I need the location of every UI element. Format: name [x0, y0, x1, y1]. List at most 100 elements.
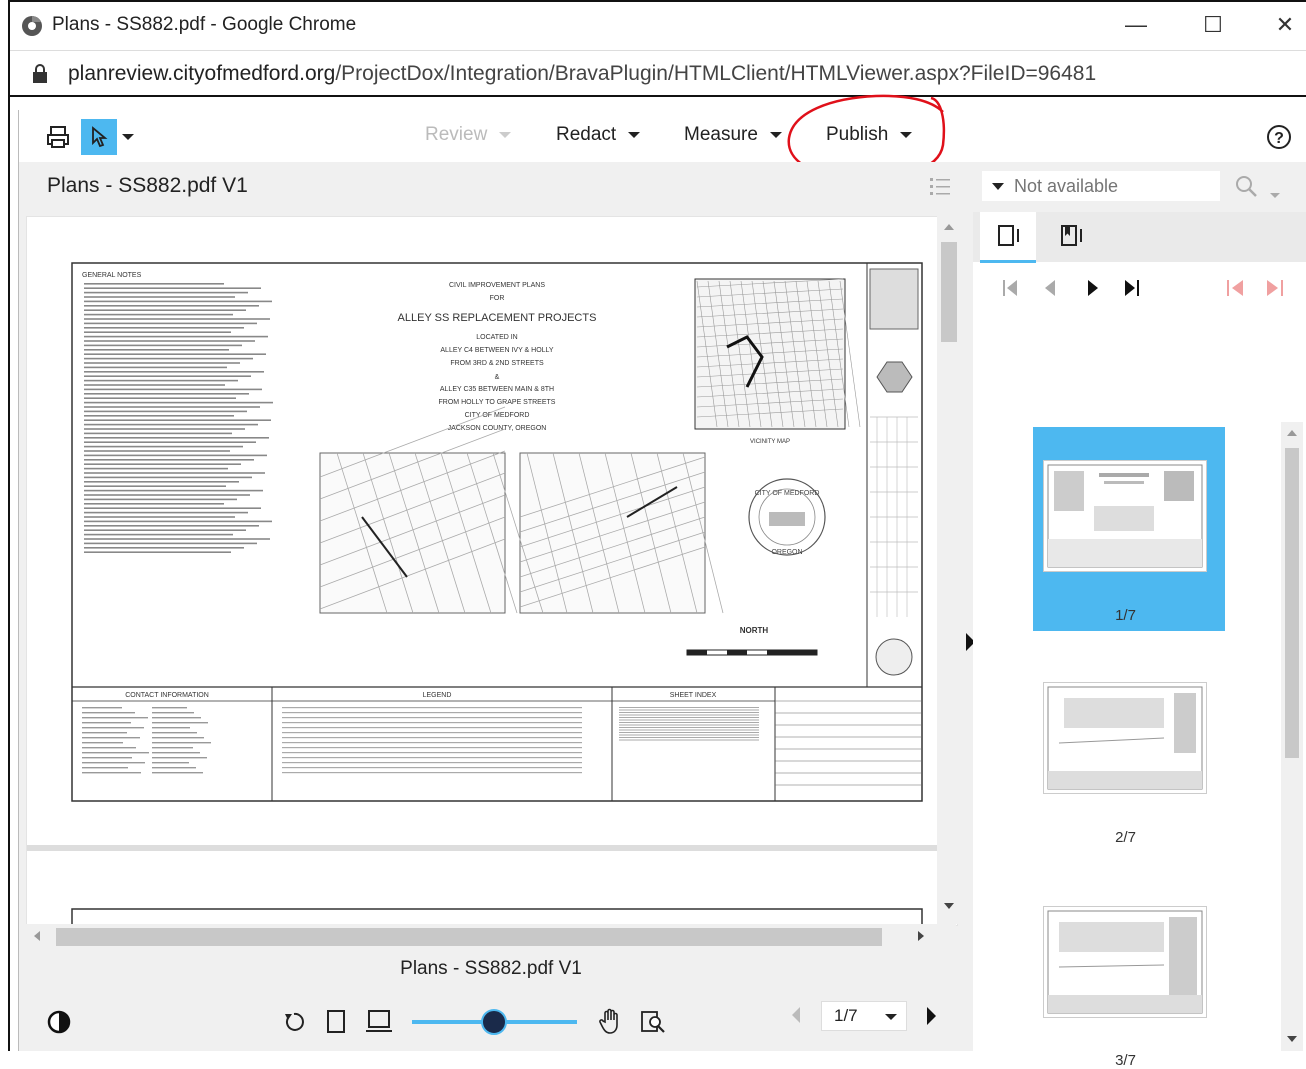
- measure-menu[interactable]: Measure: [684, 124, 782, 146]
- vicinity-label: VICINITY MAP: [750, 439, 790, 445]
- window-title: Plans - SS882.pdf - Google Chrome: [52, 14, 357, 35]
- title-block-line: ALLEY SS REPLACEMENT PROJECTS: [398, 312, 597, 324]
- seal-top-text: CITY OF MEDFORD: [755, 490, 820, 497]
- address-bar[interactable]: planreview.cityofmedford.org/ProjectDox/…: [10, 51, 1306, 97]
- scroll-right-arrow[interactable]: [918, 931, 924, 941]
- scroll-left-arrow[interactable]: [34, 931, 40, 941]
- single-page-icon: [998, 225, 1019, 246]
- document-viewer[interactable]: GENERAL NOTES CIVIL IMPROVEMENT PLANS FOR…: [26, 216, 958, 930]
- document-title: Plans - SS882.pdf V1: [47, 174, 248, 197]
- thumb-scroll-up[interactable]: [1287, 430, 1297, 436]
- review-menu: Review: [425, 124, 512, 146]
- tab-bookmarks[interactable]: [1043, 212, 1099, 260]
- title-block-line: FOR: [490, 295, 505, 302]
- zoom-slider-handle[interactable]: [481, 1009, 507, 1035]
- prev-page-button[interactable]: [792, 1007, 800, 1023]
- contact-heading: CONTACT INFORMATION: [125, 692, 209, 699]
- search-box: [982, 171, 1220, 201]
- minimize-button[interactable]: —: [1113, 8, 1159, 42]
- vertical-scrollbar[interactable]: [937, 216, 963, 924]
- zoom-region-icon[interactable]: [640, 1009, 666, 1035]
- svg-text:?: ?: [1274, 130, 1284, 147]
- tab-thumbnails[interactable]: [980, 212, 1036, 263]
- legend-heading: LEGEND: [423, 692, 452, 699]
- scroll-up-arrow[interactable]: [944, 224, 954, 230]
- next-page-icon[interactable]: [1086, 277, 1100, 299]
- scroll-down-arrow[interactable]: [944, 903, 954, 909]
- title-block-line: LOCATED IN: [476, 334, 518, 341]
- lock-icon: [33, 64, 47, 83]
- page-select[interactable]: 1/7: [821, 1001, 907, 1031]
- page-select-value: 1/7: [834, 1006, 858, 1025]
- thumbnail-2-label: 2/7: [1115, 829, 1136, 846]
- title-block-line: ALLEY C35 BETWEEN MAIN & 8TH: [440, 386, 554, 393]
- measure-label: Measure: [684, 124, 758, 145]
- thumbnail-2[interactable]: [1043, 682, 1207, 794]
- title-block-line: FROM HOLLY TO GRAPE STREETS: [439, 399, 556, 406]
- thumbnail-3[interactable]: [1043, 906, 1207, 1018]
- chevron-down-icon: [885, 1014, 897, 1020]
- thumbnail-scrollbar[interactable]: [1281, 422, 1303, 1051]
- notes-heading: GENERAL NOTES: [82, 272, 142, 279]
- select-arrow-icon: [92, 126, 108, 148]
- select-tool-dropdown[interactable]: [122, 134, 134, 140]
- title-block-line: CITY OF MEDFORD: [465, 412, 530, 419]
- title-block-line: &: [495, 374, 500, 381]
- thumbnail-3-label: 3/7: [1115, 1052, 1136, 1069]
- help-icon[interactable]: ?: [1266, 124, 1292, 150]
- bottom-bar: Plans - SS882.pdf V1 1/7: [26, 948, 956, 1051]
- thumb-scroll-thumb[interactable]: [1285, 448, 1299, 758]
- close-button[interactable]: ✕: [1262, 8, 1306, 42]
- first-page-icon[interactable]: [1001, 277, 1019, 299]
- chrome-icon: [22, 16, 42, 36]
- last-annotation-icon[interactable]: [1265, 277, 1285, 299]
- fit-page-icon[interactable]: [325, 1009, 347, 1035]
- rotate-icon[interactable]: [282, 1010, 306, 1034]
- footer-document-title: Plans - SS882.pdf V1: [400, 958, 582, 979]
- url-host: planreview.cityofmedford.org: [68, 62, 336, 85]
- title-block-line: JACKSON COUNTY, OREGON: [448, 425, 547, 432]
- thumbnail-panel: 1/7 2/7 3/7: [973, 212, 1306, 1069]
- alley-map-1: [319, 452, 506, 614]
- redact-menu[interactable]: Redact: [556, 124, 641, 146]
- bookmark-page-icon: [1061, 225, 1082, 246]
- horizontal-scroll-thumb[interactable]: [56, 928, 882, 946]
- title-bar: Plans - SS882.pdf - Google Chrome — ☐ ✕: [10, 2, 1306, 51]
- page-2: [27, 857, 937, 930]
- brava-viewer: Review Redact Measure Publish ? Plans - …: [18, 94, 1306, 1069]
- search-input[interactable]: [1012, 173, 1216, 199]
- select-tool-button[interactable]: [81, 119, 117, 155]
- pan-hand-icon[interactable]: [598, 1008, 624, 1036]
- prev-page-icon[interactable]: [1043, 277, 1057, 299]
- title-block-line: ALLEY C4 BETWEEN IVY & HOLLY: [440, 347, 554, 354]
- vertical-scroll-thumb[interactable]: [941, 242, 957, 342]
- plan-sheet-drawing: GENERAL NOTES CIVIL IMPROVEMENT PLANS FOR…: [71, 262, 923, 802]
- url-path: /ProjectDox/Integration/BravaPlugin/HTML…: [335, 62, 1097, 85]
- print-icon[interactable]: [46, 125, 70, 149]
- seal-bottom-text: OREGON: [771, 549, 802, 556]
- horizontal-scrollbar[interactable]: [26, 924, 956, 948]
- page-1: GENERAL NOTES CIVIL IMPROVEMENT PLANS FOR…: [27, 217, 937, 851]
- first-annotation-icon[interactable]: [1225, 277, 1245, 299]
- contrast-icon[interactable]: [46, 1009, 72, 1035]
- search-scope-dropdown[interactable]: [992, 183, 1004, 190]
- title-block-line: FROM 3RD & 2ND STREETS: [450, 360, 544, 367]
- side-tabs: [973, 212, 1306, 263]
- fit-width-icon[interactable]: [365, 1009, 393, 1035]
- url-text[interactable]: planreview.cityofmedford.org/ProjectDox/…: [68, 62, 1096, 86]
- title-block-line: CIVIL IMPROVEMENT PLANS: [449, 282, 545, 289]
- thumb-scroll-down[interactable]: [1287, 1036, 1297, 1042]
- outline-list-icon[interactable]: [928, 174, 952, 198]
- search-icon[interactable]: [1235, 175, 1259, 199]
- review-label: Review: [425, 124, 488, 145]
- document-bar: Plans - SS882.pdf V1: [19, 162, 1306, 212]
- search-options-dropdown[interactable]: [1270, 193, 1280, 198]
- maximize-button[interactable]: ☐: [1190, 8, 1236, 42]
- north-label: NORTH: [740, 626, 769, 635]
- last-page-icon[interactable]: [1123, 277, 1141, 299]
- redact-label: Redact: [556, 124, 617, 145]
- next-page-button[interactable]: [927, 1007, 936, 1025]
- sheet-index-heading: SHEET INDEX: [670, 692, 717, 699]
- thumbnail-1-label: 1/7: [1115, 607, 1136, 624]
- thumbnail-1[interactable]: [1043, 460, 1207, 572]
